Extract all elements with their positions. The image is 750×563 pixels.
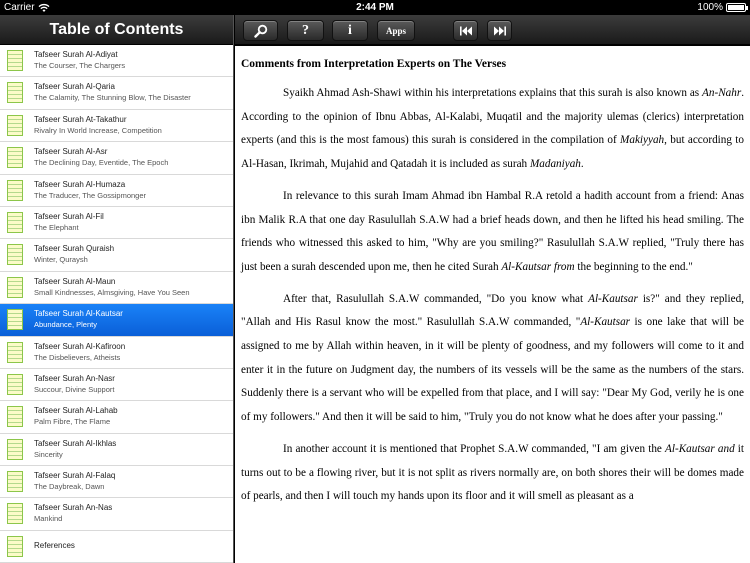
paragraph-1: Syaikh Ahmad Ash-Shawi within his interp… bbox=[241, 87, 744, 171]
battery-percent: 100% bbox=[697, 2, 723, 13]
notepad-icon bbox=[7, 276, 23, 298]
skip-back-icon bbox=[459, 26, 472, 35]
toc-item[interactable]: Tafseer Surah Al-Qaria The Calamity, The … bbox=[0, 77, 233, 110]
magnifier-icon bbox=[253, 24, 267, 38]
toc-item-title: Tafseer Surah Al-Humaza bbox=[34, 179, 126, 189]
toc-item[interactable]: Tafseer Surah Al-Kafiroon The Disbeliever… bbox=[0, 336, 233, 369]
toc-item-title: Tafseer Surah Al-Falaq bbox=[34, 471, 116, 481]
toc-item[interactable]: Tafseer Surah Al-Adiyat The Courser, The … bbox=[0, 45, 233, 78]
notepad-icon bbox=[7, 309, 23, 331]
toc-item-title: Tafseer Surah Al-Fil bbox=[34, 211, 104, 221]
notepad-icon bbox=[7, 244, 23, 266]
toc-item-subtitle: The Calamity, The Stunning Blow, The Dis… bbox=[34, 93, 191, 103]
toc-item-subtitle: The Courser, The Chargers bbox=[34, 61, 126, 70]
toc-item[interactable]: Tafseer Surah At-Takathur Rivalry In Worl… bbox=[0, 109, 233, 143]
toc-item-title: Tafseer Surah An-Nasr bbox=[34, 373, 115, 383]
toc-item-subtitle: The Daybreak, Dawn bbox=[34, 482, 105, 492]
notepad-icon bbox=[7, 82, 23, 104]
toc-item-subtitle: Winter, Quraysh bbox=[34, 255, 88, 265]
apps-button[interactable]: Apps bbox=[377, 20, 415, 41]
toc-item-subtitle: The Disbelievers, Atheists bbox=[34, 352, 121, 362]
reader-toolbar: ? i Apps bbox=[235, 15, 750, 45]
toc-item-title: Tafseer Surah Al-Kautsar bbox=[34, 309, 123, 319]
next-chapter-button[interactable] bbox=[487, 20, 512, 41]
search-button[interactable] bbox=[243, 20, 278, 41]
notepad-icon bbox=[7, 503, 23, 525]
skip-forward-icon bbox=[493, 26, 506, 35]
toc-item-subtitle: Abundance, Plenty bbox=[34, 320, 97, 330]
section-heading: Comments from Interpretation Experts on … bbox=[241, 58, 507, 70]
toc-item-title: Tafseer Surah Al-Asr bbox=[34, 147, 108, 157]
notepad-icon bbox=[7, 114, 23, 136]
battery-icon bbox=[726, 3, 748, 12]
notepad-icon bbox=[7, 147, 23, 169]
battery-indicator: 100% bbox=[697, 0, 748, 15]
status-bar: Carrier 2:44 PM 100% bbox=[0, 0, 750, 15]
toc-item-title: Tafseer Surah Al-Adiyat bbox=[34, 50, 118, 59]
notepad-icon bbox=[7, 438, 23, 460]
notepad-icon bbox=[7, 471, 23, 493]
toc-list: Tafseer Surah Al-Adiyat The Courser, The … bbox=[0, 45, 233, 563]
notepad-icon bbox=[7, 535, 23, 557]
toc-item-title: Tafseer Surah Quraish bbox=[34, 244, 115, 254]
toc-item-title: Tafseer Surah Al-Qaria bbox=[34, 82, 115, 92]
info-button[interactable]: i bbox=[332, 20, 368, 41]
toc-item-title: Tafseer Surah Al-Ikhlas bbox=[34, 438, 117, 448]
notepad-icon bbox=[7, 373, 23, 395]
toc-item[interactable]: Tafseer Surah Al-Asr The Declining Day, E… bbox=[0, 142, 233, 175]
toc-item[interactable]: Tafseer Surah Al-Maun Small Kindnesses, A… bbox=[0, 271, 233, 305]
notepad-icon bbox=[7, 406, 23, 428]
status-time: 2:44 PM bbox=[356, 2, 394, 13]
notepad-icon bbox=[7, 341, 23, 363]
toc-item[interactable]: Tafseer Surah Al-Fil The Elephant bbox=[0, 206, 233, 240]
toc-item[interactable]: Tafseer Surah Al-Humaza The Traducer, The… bbox=[0, 174, 233, 207]
toc-item[interactable]: Tafseer Surah Al-Kautsar Abundance, Plent… bbox=[0, 304, 233, 337]
help-button[interactable]: ? bbox=[287, 20, 324, 41]
toc-item[interactable]: Tafseer Surah Al-Lahab Palm Fibre, The Fl… bbox=[0, 401, 233, 434]
toc-item[interactable]: Tafseer Surah An-Nas Mankind bbox=[0, 498, 233, 531]
toc-item-title: Tafseer Surah Al-Kafiroon bbox=[34, 341, 126, 351]
toc-item[interactable]: Tafseer Surah An-Nasr Succour, Divine Sup… bbox=[0, 368, 233, 402]
toc-item-subtitle: The Declining Day, Eventide, The Epoch bbox=[34, 158, 169, 168]
toc-item[interactable]: References bbox=[0, 530, 233, 563]
notepad-icon bbox=[7, 50, 23, 71]
toc-item[interactable]: Tafseer Surah Al-Ikhlas Sincerity bbox=[0, 433, 233, 467]
paragraph-4: In another account it is mentioned that … bbox=[241, 442, 745, 503]
table-of-contents-panel: Table of Contents Tafseer Surah Al-Adiya… bbox=[0, 15, 234, 563]
toc-item-subtitle: Palm Fibre, The Flame bbox=[34, 417, 111, 427]
notepad-icon bbox=[7, 179, 23, 201]
toc-item-title: Tafseer Surah Al-Lahab bbox=[34, 406, 118, 416]
toc-item-title: Tafseer Surah Al-Maun bbox=[34, 276, 116, 286]
paragraph-3: After that, Rasulullah S.A.W commanded, … bbox=[241, 292, 744, 424]
toc-item-subtitle: Small Kindnesses, Almsgiving, Have You S… bbox=[34, 287, 190, 297]
toc-item-subtitle: The Traducer, The Gossipmonger bbox=[34, 190, 147, 200]
toc-item-subtitle: Sincerity bbox=[34, 449, 63, 459]
toc-item-subtitle: The Elephant bbox=[34, 222, 79, 232]
toc-item[interactable]: Tafseer Surah Al-Falaq The Daybreak, Dawn bbox=[0, 466, 233, 499]
toc-item-title: Tafseer Surah At-Takathur bbox=[34, 114, 127, 124]
tafseer-content[interactable]: Comments from Interpretation Experts on … bbox=[235, 46, 750, 563]
paragraph-2: In relevance to this surah Imam Ahmad ib… bbox=[241, 189, 744, 273]
toc-item-subtitle: Succour, Divine Support bbox=[34, 384, 115, 394]
notepad-icon bbox=[7, 211, 23, 233]
toc-header-title: Table of Contents bbox=[0, 15, 233, 45]
toc-item-subtitle: Mankind bbox=[34, 514, 63, 524]
toc-item-subtitle: Rivalry In World Increase, Competition bbox=[34, 125, 162, 135]
toc-item[interactable]: Tafseer Surah Quraish Winter, Quraysh bbox=[0, 239, 233, 272]
toc-item-title: References bbox=[34, 540, 75, 550]
toc-item-title: Tafseer Surah An-Nas bbox=[34, 503, 113, 513]
previous-chapter-button[interactable] bbox=[453, 20, 478, 41]
